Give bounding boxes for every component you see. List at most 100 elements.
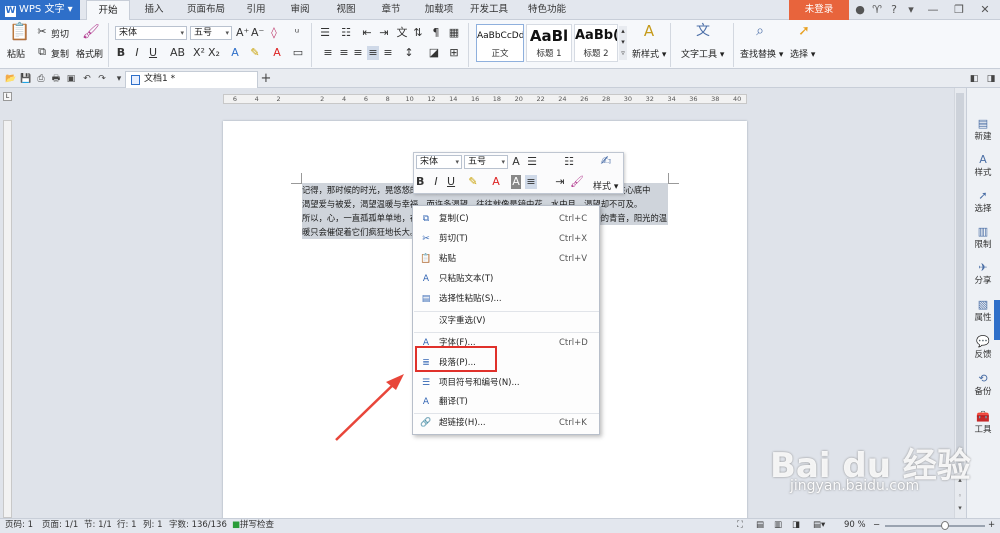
- zoom-out-icon[interactable]: −: [873, 518, 880, 533]
- copy-button[interactable]: 复制: [51, 47, 69, 60]
- tab-references[interactable]: 引用: [240, 0, 272, 20]
- zoom-in-icon[interactable]: +: [988, 518, 995, 533]
- shading-icon[interactable]: ◪: [427, 46, 441, 60]
- paste-icon[interactable]: 📋: [9, 24, 31, 45]
- print-icon[interactable]: 🖶: [50, 73, 62, 85]
- read-view-icon[interactable]: ▥: [774, 518, 782, 533]
- decrease-indent-icon[interactable]: ⇤: [361, 26, 373, 40]
- menu-item-bullets[interactable]: ☰ 项目符号和编号(N)...: [414, 374, 599, 392]
- tab-special[interactable]: 特色功能: [521, 0, 573, 20]
- highlight-icon[interactable]: ✎: [249, 46, 261, 60]
- subscript-icon[interactable]: X₂: [208, 46, 220, 60]
- sort-icon[interactable]: ⇅: [412, 26, 424, 40]
- bold-icon[interactable]: B: [116, 46, 126, 60]
- mini-indent-icon[interactable]: ⇥: [554, 175, 566, 189]
- panel-properties-button[interactable]: ▧ 属性: [966, 298, 1000, 323]
- underline-icon[interactable]: U: [148, 46, 158, 60]
- superscript-icon[interactable]: X²: [193, 46, 205, 60]
- show-marks-icon[interactable]: ¶: [430, 26, 442, 40]
- font-color-icon[interactable]: A: [271, 46, 283, 60]
- mini-styles-button[interactable]: 样式 ▾: [593, 179, 618, 192]
- shrink-font-icon[interactable]: A⁻: [251, 26, 264, 40]
- undo-icon[interactable]: ↶: [81, 73, 93, 85]
- panel-tools-button[interactable]: 🧰 工具: [966, 410, 1000, 435]
- document-tab[interactable]: 文档1 *: [125, 71, 258, 88]
- close-icon[interactable]: ✕: [977, 2, 993, 18]
- new-style-button[interactable]: 新样式 ▾: [632, 47, 666, 60]
- open-icon[interactable]: 📂: [5, 73, 17, 85]
- font-size-select[interactable]: 五号 ▾: [190, 26, 232, 40]
- tab-addins[interactable]: 加载项: [419, 0, 459, 20]
- tab-insert[interactable]: 插入: [136, 0, 172, 20]
- panel-select-button[interactable]: ➚ 选择: [966, 189, 1000, 214]
- mini-format-painter-icon[interactable]: 🖌: [570, 175, 584, 189]
- text-effect-icon[interactable]: A: [229, 46, 241, 60]
- cut-button[interactable]: 剪切: [51, 27, 69, 40]
- chinese-layout-icon[interactable]: 文: [396, 26, 408, 40]
- help-icon[interactable]: ?: [886, 2, 902, 18]
- menu-item-translate[interactable]: A 翻译(T): [414, 393, 599, 411]
- mini-highlight-icon[interactable]: ✎: [467, 175, 479, 189]
- menu-item-paste-special[interactable]: ▤ 选择性粘贴(S)...: [414, 290, 599, 308]
- find-replace-icon[interactable]: ⌕: [750, 24, 770, 44]
- panel-feedback-button[interactable]: 💬 反馈: [966, 335, 1000, 360]
- style-heading-1[interactable]: AaBl 标题 1: [526, 24, 572, 62]
- phonetic-icon[interactable]: ᵘ: [290, 26, 304, 40]
- cut-icon[interactable]: ✂: [36, 25, 48, 39]
- mini-char-shade-icon[interactable]: A: [511, 175, 521, 189]
- copy-icon[interactable]: ⧉: [36, 45, 48, 59]
- page-view-icon[interactable]: ▤: [756, 518, 764, 533]
- align-right-icon[interactable]: ≡: [352, 46, 364, 60]
- paste-label[interactable]: 粘贴: [7, 47, 25, 60]
- style-normal[interactable]: AaBbCcDd 正文: [476, 24, 524, 62]
- mini-styles-icon[interactable]: ✍: [598, 155, 614, 172]
- outline-view-icon[interactable]: ▤▾: [813, 518, 825, 533]
- app-menu-button[interactable]: W WPS 文字 ▾: [0, 0, 80, 20]
- menu-item-hyperlink[interactable]: 🔗 超链接(H)... Ctrl+K: [414, 414, 599, 432]
- text-tools-button[interactable]: 文字工具 ▾: [681, 47, 724, 60]
- panel-style-button[interactable]: A 样式: [966, 153, 1000, 178]
- format-painter-button[interactable]: 格式刷: [76, 47, 103, 60]
- char-border-icon[interactable]: ▭: [292, 46, 304, 60]
- skin-icon[interactable]: ●: [852, 2, 868, 18]
- zoom-slider-thumb[interactable]: [941, 521, 949, 530]
- status-word-count[interactable]: 字数: 136/136: [169, 518, 227, 533]
- select-button[interactable]: 选择 ▾: [790, 47, 815, 60]
- line-spacing-icon[interactable]: ↕: [402, 46, 416, 60]
- menu-item-paste-text[interactable]: A 只粘贴文本(T): [414, 270, 599, 288]
- font-name-select[interactable]: 宋体 ▾: [115, 26, 187, 40]
- panel-share-button[interactable]: ✈ 分享: [966, 261, 1000, 286]
- italic-icon[interactable]: I: [132, 46, 142, 60]
- mini-underline-icon[interactable]: U: [447, 175, 455, 189]
- select-cursor-icon[interactable]: ➚: [795, 24, 813, 44]
- web-view-icon[interactable]: ◨: [792, 518, 800, 533]
- tab-developer[interactable]: 开发工具: [465, 0, 513, 20]
- customize-icon[interactable]: ▾: [113, 73, 125, 85]
- new-tab-icon[interactable]: +: [260, 72, 272, 85]
- preview-icon[interactable]: ▣: [65, 73, 77, 85]
- clear-format-icon[interactable]: ◊: [268, 26, 280, 40]
- mini-bold-icon[interactable]: B: [416, 175, 424, 189]
- fullscreen-icon[interactable]: ⛶: [737, 518, 743, 533]
- next-page-icon[interactable]: ▾: [956, 504, 964, 512]
- panel-restrict-button[interactable]: ▥ 限制: [966, 225, 1000, 250]
- table-icon[interactable]: ▦: [448, 26, 460, 40]
- login-button[interactable]: 未登录: [789, 0, 849, 20]
- scrollbar-thumb[interactable]: [956, 93, 964, 473]
- spell-check-toggle[interactable]: 拼写检查: [240, 518, 274, 533]
- mini-align-icon[interactable]: ≡: [525, 175, 537, 189]
- mini-bullets-icon[interactable]: ☰: [526, 155, 538, 169]
- menu-item-paste[interactable]: 📋 粘贴 Ctrl+V: [414, 250, 599, 268]
- numbering-icon[interactable]: ☷: [339, 26, 353, 40]
- tab-menu-icon[interactable]: ◨: [985, 73, 997, 85]
- mini-grow-font-icon[interactable]: A: [511, 155, 521, 169]
- menu-item-reconvert[interactable]: 汉字重选(V): [414, 312, 599, 330]
- justify-icon[interactable]: ≡: [367, 46, 379, 60]
- zoom-slider[interactable]: [885, 525, 985, 527]
- zoom-level[interactable]: 90 %: [844, 518, 866, 533]
- shirt-icon[interactable]: ♈: [869, 2, 885, 18]
- new-style-icon[interactable]: A: [639, 24, 659, 44]
- mini-numbering-icon[interactable]: ☷: [563, 155, 575, 169]
- page-nav-icon[interactable]: ◦: [956, 492, 964, 500]
- text-tools-icon[interactable]: 文: [693, 24, 713, 44]
